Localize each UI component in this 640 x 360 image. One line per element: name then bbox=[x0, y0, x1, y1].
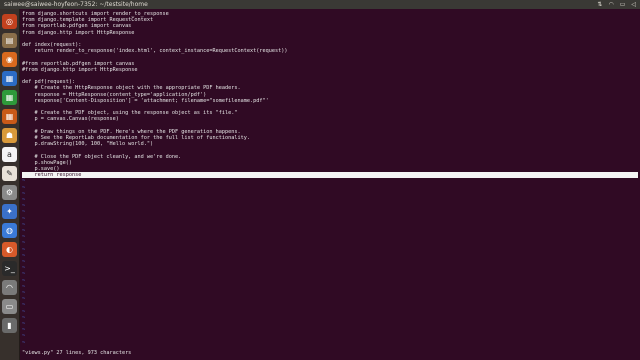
settings-icon[interactable]: ⚙ bbox=[2, 185, 17, 200]
battery-icon[interactable]: ▭ bbox=[620, 0, 626, 9]
volume-icon[interactable]: ◁ bbox=[631, 0, 636, 9]
unity-launcher: ◎ ▤ ◉ ▦ ▦ ▦ ☗ a ✎ ⚙ ✦ ◍ ◐ >_ ◠ ▭ ▮ bbox=[0, 9, 20, 360]
amazon-icon[interactable]: a bbox=[2, 147, 17, 162]
top-panel: saiwee@saiwee-hoyfeon-7352: ~/testsite/h… bbox=[0, 0, 640, 9]
files-icon[interactable]: ▤ bbox=[2, 33, 17, 48]
trash-icon[interactable]: ▮ bbox=[2, 318, 17, 333]
code-line-current: return response bbox=[22, 172, 638, 179]
calc-icon[interactable]: ▦ bbox=[2, 90, 17, 105]
impress-icon[interactable]: ▦ bbox=[2, 109, 17, 124]
system-tray: ⇅ ◠ ▭ ◁ bbox=[597, 0, 636, 9]
app-icon[interactable]: ◐ bbox=[2, 242, 17, 257]
terminal-window[interactable]: from django.shortcuts import render_to_r… bbox=[20, 9, 640, 360]
chromium-icon[interactable]: ◍ bbox=[2, 223, 17, 238]
vim-status-line: "views.py" 27 lines, 973 characters bbox=[22, 350, 132, 356]
writer-icon[interactable]: ▦ bbox=[2, 71, 17, 86]
headphones-icon[interactable]: ◠ bbox=[2, 280, 17, 295]
firefox-icon[interactable]: ◉ bbox=[2, 52, 17, 67]
dash-icon[interactable]: ◎ bbox=[2, 14, 17, 29]
network-icon[interactable]: ◠ bbox=[608, 0, 613, 9]
software-center-icon[interactable]: ☗ bbox=[2, 128, 17, 143]
terminal-icon[interactable]: >_ bbox=[2, 261, 17, 276]
window-title: saiwee@saiwee-hoyfeon-7352: ~/testsite/h… bbox=[4, 1, 148, 8]
disk-icon[interactable]: ▭ bbox=[2, 299, 17, 314]
text-editor-icon[interactable]: ✎ bbox=[2, 166, 17, 181]
tools-icon[interactable]: ✦ bbox=[2, 204, 17, 219]
empty-line-marker: ~ bbox=[22, 339, 26, 346]
sort-icon[interactable]: ⇅ bbox=[597, 0, 602, 9]
